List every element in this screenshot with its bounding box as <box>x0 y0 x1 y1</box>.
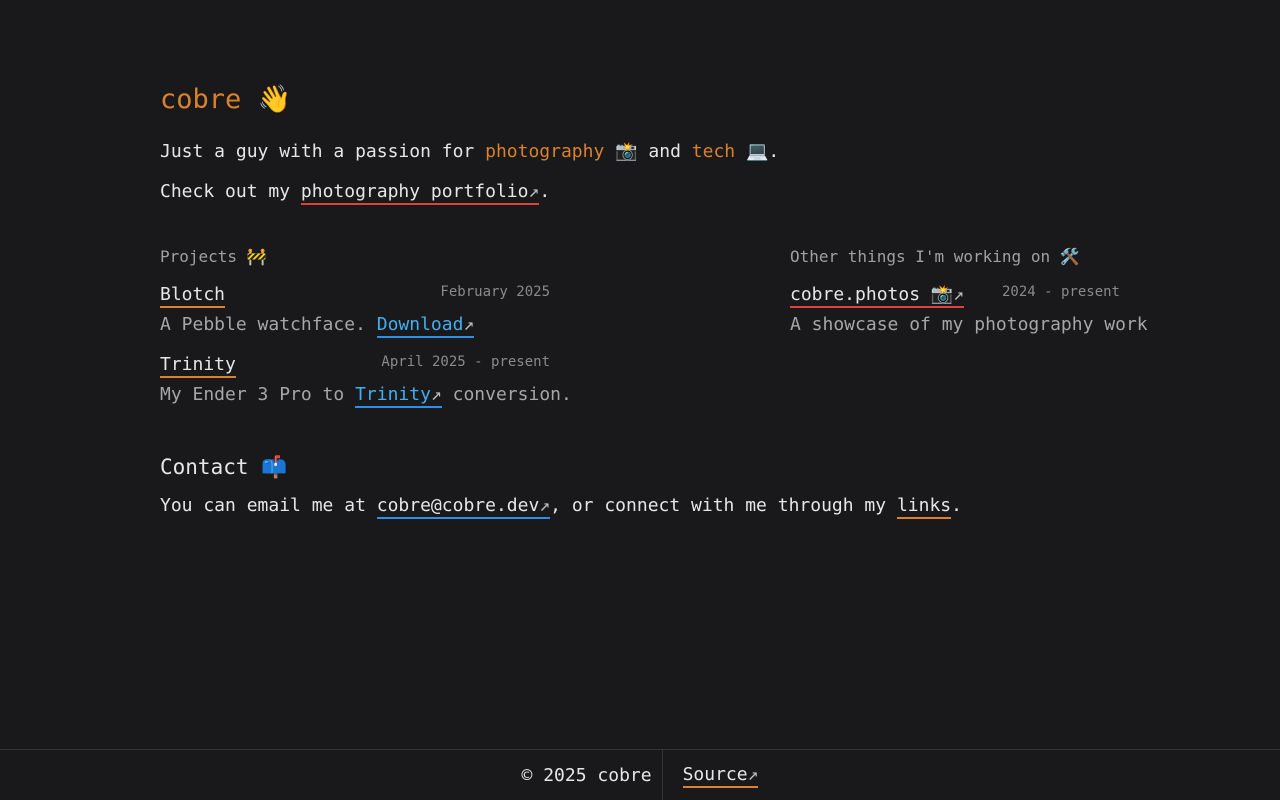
external-link-icon: ↗ <box>953 284 965 305</box>
contact-heading: Contact 📫 <box>160 455 288 479</box>
source-label: Source <box>682 763 748 785</box>
project-description: My Ender 3 Pro to Trinity↗ conversion. <box>160 383 572 408</box>
project-description: A Pebble watchface. Download↗ <box>160 313 550 338</box>
footer-source: Source↗ <box>663 750 759 800</box>
other-section: Other things I'm working on 🛠️ cobre.pho… <box>790 246 1148 407</box>
cobre-photos-link[interactable]: cobre.photos 📸↗ <box>790 284 965 308</box>
other-heading: Other things I'm working on 🛠️ <box>790 247 1080 266</box>
contact-suffix: . <box>951 495 962 516</box>
page: cobre 👋 Just a guy with a passion for ph… <box>0 0 1280 800</box>
description-text: A Pebble watchface. <box>160 314 377 335</box>
external-link-icon: ↗ <box>430 384 442 405</box>
project-item-trinity: Trinity April 2025 - present My Ender 3 … <box>160 353 572 408</box>
links-link[interactable]: links <box>896 495 952 519</box>
photography-portfolio-link[interactable]: photography portfolio↗ <box>300 181 540 205</box>
camera-icon: 📸 <box>615 141 638 162</box>
external-link-icon: ↗ <box>463 314 475 335</box>
description-text: My Ender 3 Pro to <box>160 384 356 405</box>
bio-text-2: Check out my <box>160 181 301 202</box>
source-link[interactable]: Source↗ <box>682 763 759 788</box>
bio-text: Just a guy with a passion for <box>160 141 486 162</box>
photography-highlight: photography <box>485 141 605 162</box>
external-link-icon: ↗ <box>528 181 540 202</box>
bio-period: . <box>768 141 780 162</box>
cobre-photos-label: cobre.photos 📸 <box>790 284 954 305</box>
wave-icon: 👋 <box>257 84 292 115</box>
project-date: April 2025 - present <box>381 354 550 370</box>
projects-section: Projects 🚧 Blotch February 2025 A Pebble… <box>160 246 572 408</box>
blotch-link[interactable]: Blotch <box>160 284 226 308</box>
contact-text: You can email me at cobre@cobre.dev↗, or… <box>160 494 1120 519</box>
bio-period-2: . <box>539 181 551 202</box>
description-suffix: conversion. <box>441 384 572 405</box>
page-title: cobre 👋 <box>160 82 1120 118</box>
bio-and: and <box>637 141 692 162</box>
laptop-icon: 💻 <box>745 141 769 162</box>
trinity-link[interactable]: Trinity <box>160 354 236 378</box>
copyright: © 2025 cobre <box>522 750 663 800</box>
other-description: A showcase of my photography work <box>790 314 1148 335</box>
tech-highlight: tech <box>691 141 736 162</box>
email-label: cobre@cobre.dev <box>376 495 540 516</box>
project-date: February 2025 <box>440 284 550 300</box>
external-link-icon: ↗ <box>747 763 759 785</box>
contact-section: Contact 📫 You can email me at cobre@cobr… <box>160 453 1120 519</box>
trinity-external-link[interactable]: Trinity↗ <box>355 384 442 408</box>
main-content: cobre 👋 Just a guy with a passion for ph… <box>160 82 1148 519</box>
download-link[interactable]: Download↗ <box>376 314 475 338</box>
site-name: cobre <box>160 84 242 115</box>
sections: Projects 🚧 Blotch February 2025 A Pebble… <box>160 246 1148 408</box>
footer: © 2025 cobre Source↗ <box>0 749 1280 800</box>
email-link[interactable]: cobre@cobre.dev↗ <box>376 495 551 519</box>
download-link-label: Download <box>376 314 464 335</box>
bio-line-1: Just a guy with a passion for photograph… <box>160 140 1120 164</box>
external-link-icon: ↗ <box>539 495 551 516</box>
other-date: 2024 - present <box>1001 284 1120 300</box>
other-item-cobre-photos: cobre.photos 📸↗ 2024 - present A showcas… <box>790 283 1148 337</box>
projects-heading: Projects 🚧 <box>160 247 267 266</box>
trinity-link-label: Trinity <box>355 384 431 405</box>
portfolio-link-label: photography portfolio <box>300 181 529 202</box>
contact-prefix: You can email me at <box>160 495 377 516</box>
project-item-blotch: Blotch February 2025 A Pebble watchface.… <box>160 283 550 338</box>
contact-middle: , or connect with me through my <box>550 495 897 516</box>
bio-line-2: Check out my photography portfolio↗. <box>160 180 1120 205</box>
